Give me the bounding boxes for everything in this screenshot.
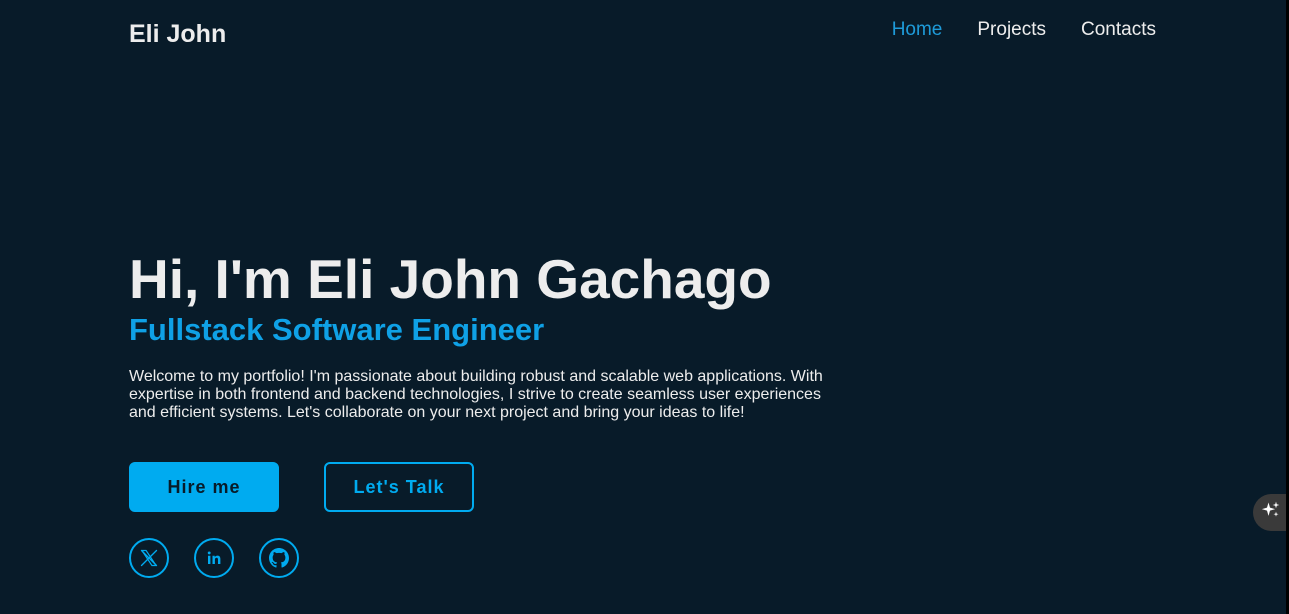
github-icon	[269, 548, 289, 568]
hero-title: Hi, I'm Eli John Gachago	[129, 248, 772, 310]
nav-item-contacts[interactable]: Contacts	[1081, 19, 1156, 41]
hero-description: Welcome to my portfolio! I'm passionate …	[129, 368, 823, 421]
x-twitter-icon	[139, 548, 159, 568]
sparkle-icon	[1261, 500, 1281, 525]
assistant-button[interactable]	[1253, 494, 1289, 531]
linkedin-link[interactable]	[194, 538, 234, 578]
nav-item-home[interactable]: Home	[892, 19, 943, 41]
site-logo[interactable]: Eli John	[129, 20, 226, 49]
github-link[interactable]	[259, 538, 299, 578]
lets-talk-button[interactable]: Let's Talk	[324, 462, 474, 512]
hire-me-button[interactable]: Hire me	[129, 462, 279, 512]
hero-subtitle: Fullstack Software Engineer	[129, 312, 545, 347]
x-twitter-link[interactable]	[129, 538, 169, 578]
nav-item-projects[interactable]: Projects	[977, 19, 1046, 41]
linkedin-icon	[205, 549, 223, 567]
portfolio-page: Eli John Home Projects Contacts Hi, I'm …	[0, 0, 1289, 614]
main-nav: Home Projects Contacts	[892, 19, 1156, 41]
